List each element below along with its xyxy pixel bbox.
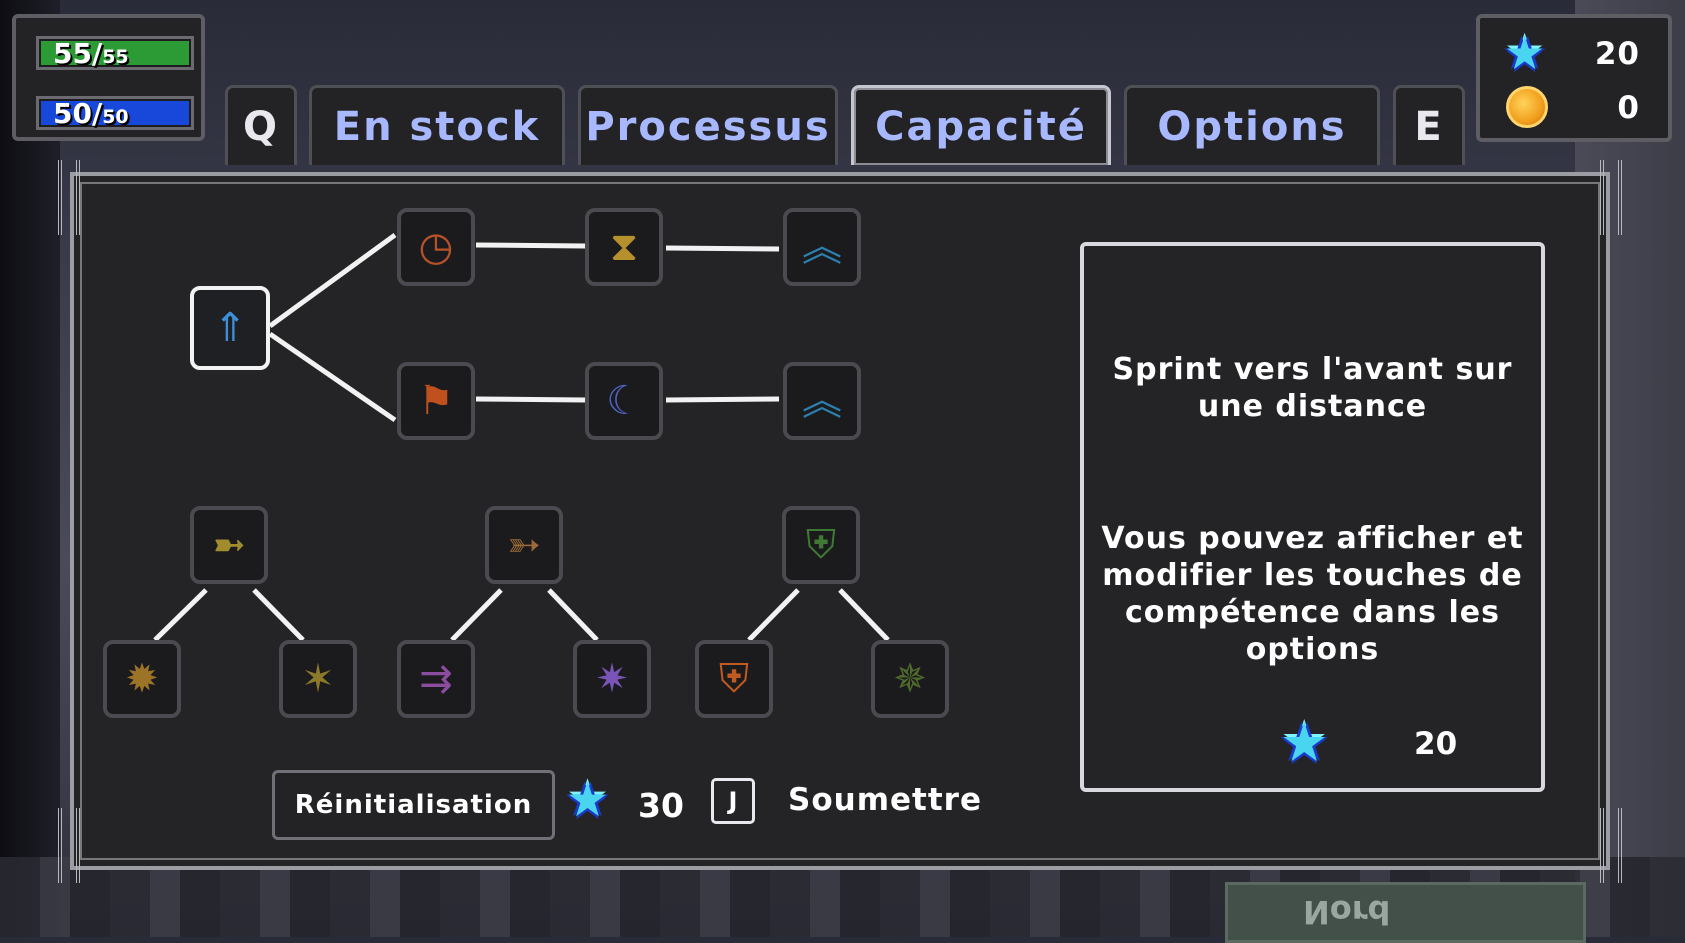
burst-figure-icon: ✹ [125,656,159,702]
dash-arrow-icon: ⇑ [213,305,247,351]
skill-node-cheer[interactable]: ✶ [279,640,357,718]
skill-node-upgrade-2[interactable]: ︽ [783,362,861,440]
skill-node-upgrade-1[interactable]: ︽ [783,208,861,286]
clock-icon: ◷ [418,224,454,270]
skill-node-arrow-hit[interactable]: ➳ [485,506,563,584]
skill-cost: 20 [1414,726,1458,762]
skill-node-burst[interactable]: ✹ [103,640,181,718]
green-shield-icon: ⛨ [806,522,836,568]
skill-node-fire-shield[interactable]: ⛨ [695,640,773,718]
skill-node-crescent[interactable]: ☾ [585,362,663,440]
skill-node-runner[interactable]: ⚑ [397,362,475,440]
hourglass-icon: ⧗ [609,224,639,270]
reset-cost: 30 [638,786,684,825]
arrow-impact-icon: ➳ [507,522,541,568]
crescent-slash-icon: ☾ [606,378,642,424]
blue-star-icon: ★ [566,772,610,828]
double-chevron-up-icon: ︽ [802,224,842,270]
submit-key-j[interactable]: J [711,778,755,824]
running-figure-icon: ⚑ [418,378,454,424]
skill-node-aura[interactable]: ✵ [871,640,949,718]
skill-node-hourglass[interactable]: ⧗ [585,208,663,286]
double-arrow-icon: ⇉ [419,656,453,702]
cheering-figure-icon: ✶ [301,656,335,702]
skill-node-shield[interactable]: ⛨ [782,506,860,584]
skill-node-double-arrow[interactable]: ⇉ [397,640,475,718]
skill-node-charge[interactable]: ➼ [190,506,268,584]
reset-button[interactable]: Réinitialisation [272,770,555,840]
skill-info-box: Sprint vers l'avant sur une distance Vou… [1080,242,1545,792]
skill-node-clock[interactable]: ◷ [397,208,475,286]
skill-description: Sprint vers l'avant sur une distance [1112,352,1513,424]
double-chevron-up-icon: ︽ [802,378,842,424]
fire-shield-icon: ⛨ [719,656,749,702]
aura-figure-icon: ✵ [893,656,927,702]
blue-star-icon: ★ [1280,711,1329,774]
skill-keys-hint: Vous pouvez afficher et modifier les tou… [1101,521,1524,667]
charging-figure-icon: ➼ [212,522,246,568]
spark-arrow-icon: ✷ [595,656,629,702]
skill-node-spark-arrow[interactable]: ✷ [573,640,651,718]
skill-node-dash[interactable]: ⇑ [190,286,270,370]
submit-button[interactable]: Soumettre [788,782,982,818]
